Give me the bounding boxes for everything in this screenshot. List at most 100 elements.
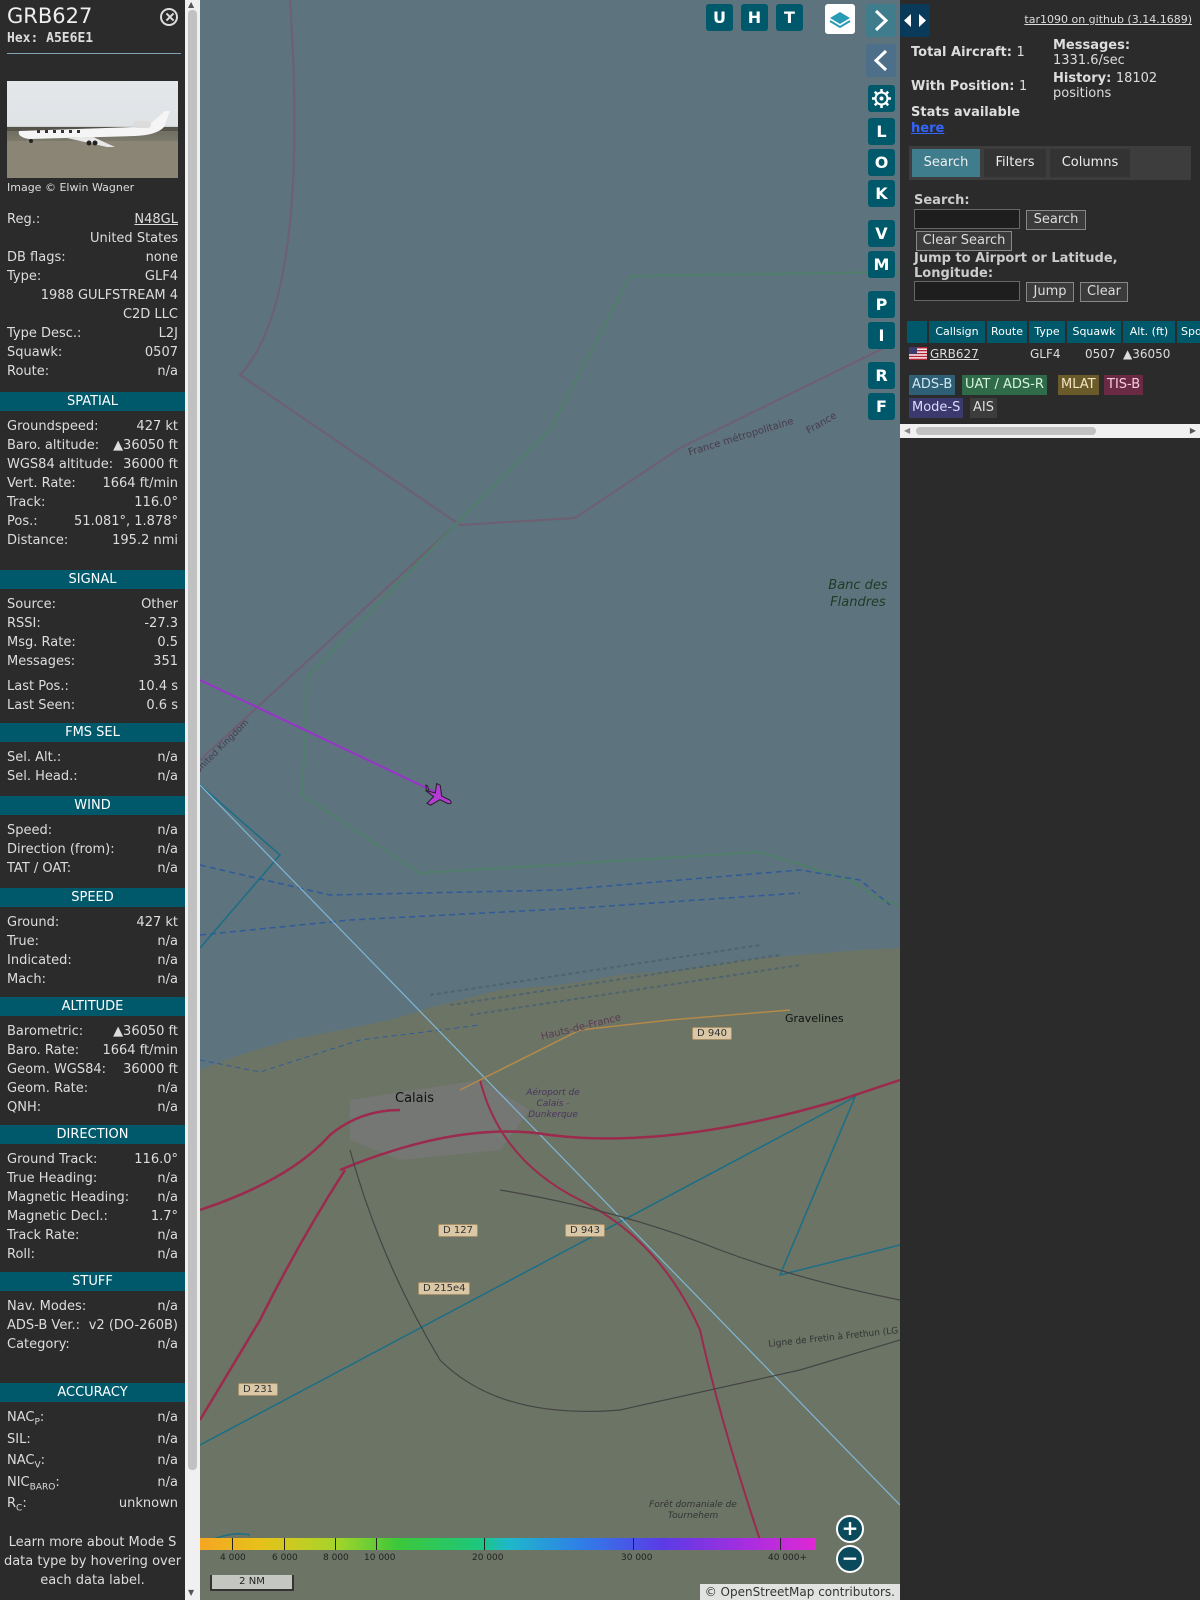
detail-label[interactable]: Msg. Rate: <box>7 635 76 650</box>
jump-button[interactable]: Jump <box>1026 282 1074 302</box>
detail-label[interactable]: Track Rate: <box>7 1228 79 1243</box>
tab-search[interactable]: Search <box>912 149 980 177</box>
scrollbar-thumb[interactable] <box>916 427 1096 435</box>
detail-label[interactable]: Indicated: <box>7 953 72 968</box>
detail-label[interactable]: Baro. altitude: <box>7 438 99 453</box>
detail-label[interactable]: Ground Track: <box>7 1152 97 1167</box>
detail-label[interactable]: Distance: <box>7 533 68 548</box>
detail-label[interactable]: Magnetic Heading: <box>7 1190 129 1205</box>
detail-label[interactable]: Nav. Modes: <box>7 1299 86 1314</box>
osm-link[interactable]: contributors. <box>818 1585 895 1599</box>
detail-label[interactable]: NACP: <box>7 1410 44 1428</box>
tab-filters[interactable]: Filters <box>984 149 1046 177</box>
detail-row: WGS84 altitude: 36000 ft <box>7 457 178 476</box>
section-header-fms-sel: FMS SEL <box>0 723 185 742</box>
scroll-left-arrow[interactable]: ◀ <box>904 426 910 435</box>
detail-label[interactable]: NICBARO: <box>7 1475 60 1493</box>
button-l[interactable]: L <box>868 118 895 145</box>
button-i[interactable]: I <box>868 322 895 349</box>
scrollbar-thumb[interactable] <box>188 10 197 1470</box>
button-u[interactable]: U <box>706 4 733 31</box>
detail-label[interactable]: Roll: <box>7 1247 35 1262</box>
detail-label[interactable]: Magnetic Decl.: <box>7 1209 108 1224</box>
detail-row: Baro. Rate: 1664 ft/min <box>7 1043 178 1062</box>
detail-label[interactable]: RSSI: <box>7 616 41 631</box>
button-t[interactable]: T <box>776 4 803 31</box>
button-v[interactable]: V <box>868 220 895 247</box>
detail-label[interactable]: Category: <box>7 1337 70 1352</box>
zoom-in-button[interactable]: + <box>836 1515 864 1543</box>
detail-label[interactable]: Pos.: <box>7 514 38 529</box>
column-header-squawk[interactable]: Squawk <box>1067 321 1121 343</box>
detail-value: 116.0° <box>134 1152 178 1167</box>
zoom-out-button[interactable]: − <box>836 1545 864 1573</box>
scroll-up-arrow[interactable]: ▲ <box>188 1 194 9</box>
detail-label[interactable]: Messages: <box>7 654 75 669</box>
map-view[interactable]: Banc des Flandres France métropolitaine … <box>200 0 900 1600</box>
column-header-route[interactable]: Route <box>987 321 1027 343</box>
detail-label[interactable]: Last Seen: <box>7 698 75 713</box>
detail-label[interactable]: Ground: <box>7 915 59 930</box>
aircraft-icon[interactable] <box>422 782 456 812</box>
button-r[interactable]: R <box>868 362 895 389</box>
detail-label[interactable]: NACV: <box>7 1453 45 1471</box>
jump-input[interactable] <box>914 281 1020 301</box>
detail-label[interactable]: ADS-B Ver.: <box>7 1318 80 1333</box>
detail-label[interactable]: Baro. Rate: <box>7 1043 79 1058</box>
aircraft-photo[interactable] <box>7 81 178 178</box>
altitude-tick-label: 40 000+ <box>768 1553 808 1563</box>
button-k[interactable]: K <box>868 180 895 207</box>
row-callsign[interactable]: GRB627 <box>930 345 979 363</box>
column-header-flag[interactable] <box>907 321 927 343</box>
panel-toggle-button[interactable] <box>900 4 930 37</box>
column-header-altitude[interactable]: Alt. (ft) <box>1123 321 1175 343</box>
collapse-button[interactable] <box>866 44 896 77</box>
detail-label[interactable]: Track: <box>7 495 45 510</box>
detail-label[interactable]: Geom. WGS84: <box>7 1062 106 1077</box>
close-icon[interactable] <box>160 8 178 26</box>
clear-search-button[interactable]: Clear Search <box>916 231 1012 251</box>
button-p[interactable]: P <box>868 291 895 318</box>
detail-label[interactable]: Speed: <box>7 823 52 838</box>
detail-label[interactable]: Direction (from): <box>7 842 115 857</box>
detail-label[interactable]: Source: <box>7 597 56 612</box>
detail-label[interactable]: Sel. Alt.: <box>7 750 61 765</box>
button-m[interactable]: M <box>868 251 895 278</box>
detail-label[interactable]: Groundspeed: <box>7 419 98 434</box>
detail-label[interactable]: Mach: <box>7 972 46 987</box>
search-input[interactable] <box>914 209 1020 229</box>
expand-button[interactable] <box>866 4 896 37</box>
column-header-callsign[interactable]: Callsign <box>929 321 985 343</box>
detail-label[interactable]: Geom. Rate: <box>7 1081 88 1096</box>
registration-link[interactable]: N48GL <box>134 212 178 227</box>
detail-label[interactable]: RC: <box>7 1496 27 1514</box>
detail-label[interactable]: Vert. Rate: <box>7 476 76 491</box>
tab-columns[interactable]: Columns <box>1050 149 1130 177</box>
scroll-right-arrow[interactable]: ▶ <box>1190 426 1196 435</box>
stats-link[interactable]: here <box>911 121 944 136</box>
settings-button[interactable] <box>868 85 895 112</box>
total-aircraft: Total Aircraft: 1 <box>911 45 1025 60</box>
detail-label[interactable]: SIL: <box>7 1432 31 1447</box>
detail-label[interactable]: True: <box>7 934 39 949</box>
column-header-speed[interactable]: Spd <box>1177 321 1200 343</box>
github-link[interactable]: tar1090 on github (3.14.1689) <box>1024 13 1192 26</box>
button-h[interactable]: H <box>741 4 768 31</box>
detail-label[interactable]: Sel. Head.: <box>7 769 78 784</box>
detail-label[interactable]: TAT / OAT: <box>7 861 71 876</box>
detail-label[interactable]: Last Pos.: <box>7 679 69 694</box>
column-header-type[interactable]: Type <box>1029 321 1065 343</box>
table-horizontal-scrollbar[interactable]: ◀ ▶ <box>900 424 1200 438</box>
layers-button[interactable] <box>825 4 855 34</box>
clear-button[interactable]: Clear <box>1080 282 1128 302</box>
button-o[interactable]: O <box>868 149 895 176</box>
detail-label[interactable]: QNH: <box>7 1100 41 1115</box>
detail-label[interactable]: WGS84 altitude: <box>7 457 113 472</box>
detail-label[interactable]: Barometric: <box>7 1024 83 1039</box>
detail-label[interactable]: True Heading: <box>7 1171 97 1186</box>
search-button[interactable]: Search <box>1026 210 1086 230</box>
scroll-down-arrow[interactable]: ▼ <box>188 1589 194 1597</box>
button-f[interactable]: F <box>868 393 895 420</box>
panel-scrollbar[interactable]: ▲ ▼ <box>185 0 200 1600</box>
altitude-tick-label: 8 000 <box>323 1553 349 1563</box>
